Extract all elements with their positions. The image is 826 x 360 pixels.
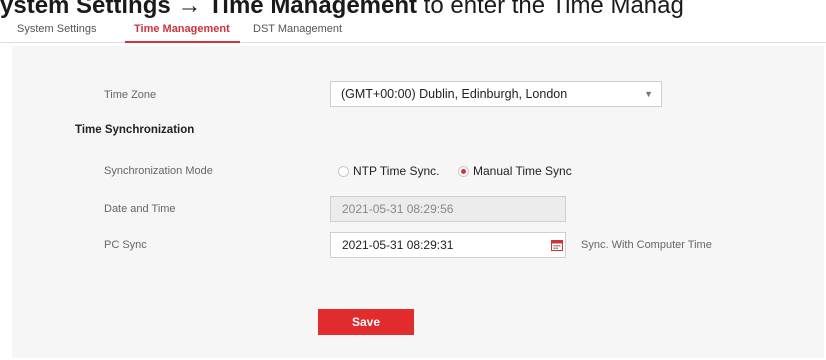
- time-zone-label: Time Zone: [104, 89, 157, 101]
- sync-mode-label: Synchronization Mode: [104, 165, 213, 177]
- time-zone-value: (GMT+00:00) Dublin, Edinburgh, London: [341, 87, 568, 101]
- time-sync-heading: Time Synchronization: [75, 124, 195, 136]
- pc-sync-label: PC Sync: [104, 239, 147, 251]
- active-tab-indicator: [125, 41, 240, 43]
- tab-system-settings[interactable]: System Settings: [17, 23, 96, 35]
- date-time-value: 2021-05-31 08:29:56: [342, 202, 454, 216]
- pc-sync-value: 2021-05-31 08:29:31: [342, 238, 454, 252]
- ntp-sync-label[interactable]: NTP Time Sync.: [353, 164, 439, 178]
- tab-time-management[interactable]: Time Management: [134, 23, 230, 35]
- caption-highlight: Time Management: [208, 0, 418, 19]
- chevron-down-icon: ▼: [644, 89, 653, 99]
- calendar-icon[interactable]: [551, 239, 563, 251]
- caption-arrow: →: [170, 0, 209, 19]
- date-time-label: Date and Time: [104, 203, 176, 215]
- manual-sync-radio[interactable]: [458, 166, 469, 177]
- pc-sync-input[interactable]: 2021-05-31 08:29:31: [330, 232, 566, 258]
- ntp-sync-radio[interactable]: [338, 166, 349, 177]
- instruction-caption: ystem Settings → Time Management to ente…: [0, 0, 826, 22]
- sync-with-computer-time-label[interactable]: Sync. With Computer Time: [581, 239, 712, 251]
- manual-sync-label[interactable]: Manual Time Sync: [473, 164, 572, 178]
- tab-dst-management[interactable]: DST Management: [253, 23, 342, 35]
- date-time-field: 2021-05-31 08:29:56: [330, 196, 566, 222]
- time-zone-select[interactable]: (GMT+00:00) Dublin, Edinburgh, London ▼: [330, 81, 662, 107]
- settings-tab-bar: System Settings Time Management DST Mana…: [0, 20, 826, 43]
- caption-prefix: ystem Settings: [0, 0, 171, 19]
- caption-suffix: to enter the Time Manag: [417, 0, 684, 19]
- save-button[interactable]: Save: [318, 309, 414, 335]
